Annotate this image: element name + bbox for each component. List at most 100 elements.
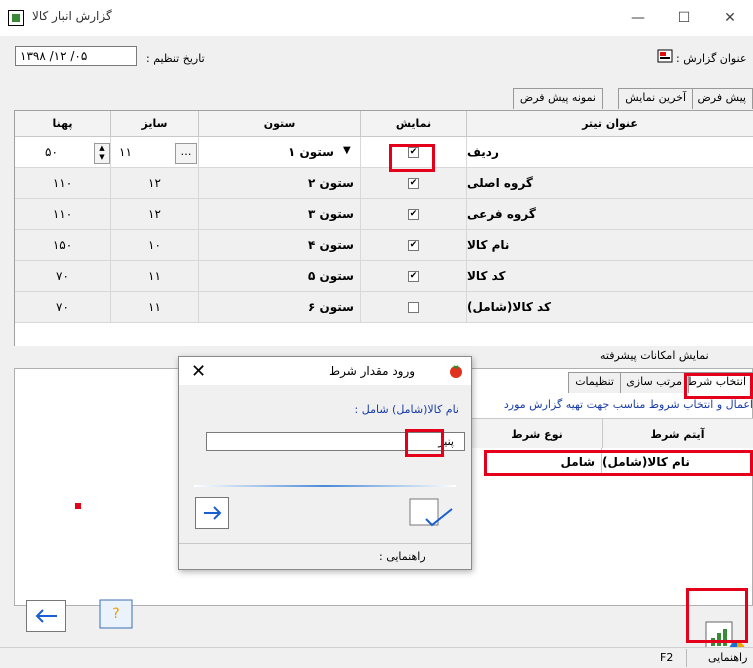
table-row[interactable] xyxy=(15,323,753,346)
tab-default-sample[interactable]: نمونه پیش فرض xyxy=(512,88,603,109)
table-row[interactable]: ۷۰ ۱۱ ستون ۶ کد کالا(شامل) xyxy=(15,292,753,323)
width-cell[interactable]: ۷۰ xyxy=(15,261,111,292)
highlight-select-condition-tab xyxy=(684,373,753,399)
show-cell[interactable] xyxy=(361,292,467,323)
advanced-toggle[interactable]: نمایش امکانات پیشرفته xyxy=(600,349,709,362)
date-field[interactable]: ۱۳۹۸ /۱۲ /۰۵ xyxy=(15,46,137,66)
app-icon xyxy=(8,10,24,26)
size-ellipsis-button[interactable]: … xyxy=(175,143,197,164)
show-checkbox[interactable]: ✔ xyxy=(408,270,419,282)
checkmark-icon xyxy=(409,498,453,527)
title-cell[interactable]: نام کالا xyxy=(467,230,753,261)
size-cell[interactable]: ۱۲ xyxy=(111,168,199,199)
tab-last-view[interactable]: آخرین نمایش xyxy=(618,88,693,109)
tab-settings[interactable]: تنظیمات xyxy=(568,372,621,393)
header-column: ستون xyxy=(199,111,361,137)
confirm-button[interactable] xyxy=(408,497,454,529)
header-width: پهنا xyxy=(15,111,111,137)
minimize-button[interactable]: — xyxy=(615,0,661,36)
svg-text:?: ? xyxy=(112,606,119,622)
show-cell[interactable]: ✔ xyxy=(361,230,467,261)
next-button[interactable] xyxy=(195,497,229,529)
window: گزارش انبار کالا — ☐ ✕ عنوان گزارش : تار… xyxy=(0,0,753,668)
column-cell[interactable]: ستون ۵ xyxy=(199,261,361,292)
status-shortcut: F2 xyxy=(660,651,674,664)
dialog-divider xyxy=(194,485,456,487)
width-value: ۵۰ xyxy=(45,145,58,159)
table-row[interactable]: ۱۵۰ ۱۰ ستون ۴ ✔ نام کالا xyxy=(15,230,753,261)
title-bar: گزارش انبار کالا — ☐ ✕ xyxy=(0,0,753,36)
dialog-help-bar: راهنمایی : xyxy=(179,543,471,570)
title-cell[interactable]: گروه اصلی xyxy=(467,168,753,199)
note-button[interactable]: ? xyxy=(98,598,134,634)
header-show: نمایش xyxy=(361,111,467,137)
column-cell[interactable]: ستون ۲ xyxy=(199,168,361,199)
size-cell[interactable]: ۱۱ xyxy=(111,261,199,292)
show-checkbox[interactable] xyxy=(408,301,419,313)
header-condition-type: نوع شرط xyxy=(472,419,603,449)
tab-sort[interactable]: مرتب سازی xyxy=(619,372,689,393)
close-button[interactable]: ✕ xyxy=(707,0,753,36)
dialog-field-label: نام کالا(شامل) شامل : xyxy=(354,403,459,416)
size-value: ۱۱ xyxy=(119,145,132,159)
column-cell[interactable]: ستون ۳ xyxy=(199,199,361,230)
dialog-title-bar: ✕ ورود مقدار شرط xyxy=(179,357,471,385)
condition-description: اعمال و انتخاب شروط مناسب جهت تهیه گزارش… xyxy=(503,398,753,411)
condition-table-header: نوع شرط آیتم شرط xyxy=(472,418,753,449)
condition-value-dialog: ✕ ورود مقدار شرط نام کالا(شامل) شامل : پ… xyxy=(178,356,472,570)
size-cell[interactable]: ۱۱ xyxy=(111,292,199,323)
width-cell[interactable]: ۱۱۰ xyxy=(15,168,111,199)
header-size: سایز xyxy=(111,111,199,137)
size-cell[interactable]: ۱۰ xyxy=(111,230,199,261)
width-cell[interactable]: ۱۱۰ xyxy=(15,199,111,230)
note-icon: ? xyxy=(99,599,133,629)
tab-default[interactable]: پیش فرض xyxy=(690,88,753,109)
highlight-condition-row xyxy=(484,450,753,476)
dialog-close-button[interactable]: ✕ xyxy=(191,363,206,381)
width-spinner[interactable]: ▲ ▼ xyxy=(94,143,110,164)
show-cell[interactable]: ✔ xyxy=(361,261,467,292)
width-cell[interactable]: ۱۵۰ xyxy=(15,230,111,261)
header-condition-item: آیتم شرط xyxy=(650,427,705,441)
column-value: ستون ۱ xyxy=(288,145,334,159)
column-cell[interactable]: ستون ۴ xyxy=(199,230,361,261)
width-cell[interactable]: ۵۰ ▲ ▼ xyxy=(15,137,111,168)
highlight-chart-button xyxy=(686,588,748,643)
status-divider xyxy=(686,649,687,667)
size-cell[interactable]: ۱۱ … xyxy=(111,137,199,168)
header-title: عنوان تیتر xyxy=(467,111,753,137)
table-row[interactable]: ۱۱۰ ۱۲ ستون ۳ ✔ گروه فرعی xyxy=(15,199,753,230)
highlight-value-input xyxy=(405,429,444,457)
marker-dot xyxy=(75,503,81,509)
highlight-show-checkbox xyxy=(389,144,435,172)
chevron-down-icon[interactable]: ▼ xyxy=(343,145,351,156)
column-cell[interactable]: ستون ۱ ▼ xyxy=(199,137,361,168)
date-label: تاریخ تنظیم : xyxy=(146,52,205,65)
columns-grid: پهنا سایز ستون نمایش عنوان تیتر ۵۰ ▲ ▼ ۱۱… xyxy=(14,110,753,346)
title-cell[interactable]: گروه فرعی xyxy=(467,199,753,230)
size-cell[interactable]: ۱۲ xyxy=(111,199,199,230)
report-title-label: عنوان گزارش : xyxy=(676,52,747,65)
title-cell[interactable]: کد کالا(شامل) xyxy=(467,292,753,323)
table-row[interactable]: ۵۰ ▲ ▼ ۱۱ … ستون ۱ ▼ ✔ ردیف xyxy=(15,137,753,168)
arrow-right-icon xyxy=(204,506,222,520)
back-button[interactable] xyxy=(26,600,66,632)
show-cell[interactable]: ✔ xyxy=(361,168,467,199)
show-checkbox[interactable]: ✔ xyxy=(408,177,419,189)
column-cell[interactable]: ستون ۶ xyxy=(199,292,361,323)
status-help[interactable]: راهنمایی xyxy=(708,651,747,664)
report-title-icon[interactable] xyxy=(657,48,673,64)
report-tabs: پیش فرض آخرین نمایش نمونه پیش فرض xyxy=(470,88,753,110)
table-row[interactable]: ۷۰ ۱۱ ستون ۵ ✔ کد کالا xyxy=(15,261,753,292)
show-checkbox[interactable]: ✔ xyxy=(408,239,419,251)
table-row[interactable]: ۱۱۰ ۱۲ ستون ۲ ✔ گروه اصلی xyxy=(15,168,753,199)
window-title: گزارش انبار کالا xyxy=(32,9,112,23)
width-cell[interactable]: ۷۰ xyxy=(15,292,111,323)
dialog-title: ورود مقدار شرط xyxy=(329,364,416,378)
maximize-button[interactable]: ☐ xyxy=(661,0,707,36)
show-cell[interactable]: ✔ xyxy=(361,199,467,230)
title-cell[interactable]: کد کالا xyxy=(467,261,753,292)
show-checkbox[interactable]: ✔ xyxy=(408,208,419,220)
status-bar: F2 راهنمایی xyxy=(0,647,753,668)
title-cell[interactable]: ردیف xyxy=(467,137,753,168)
